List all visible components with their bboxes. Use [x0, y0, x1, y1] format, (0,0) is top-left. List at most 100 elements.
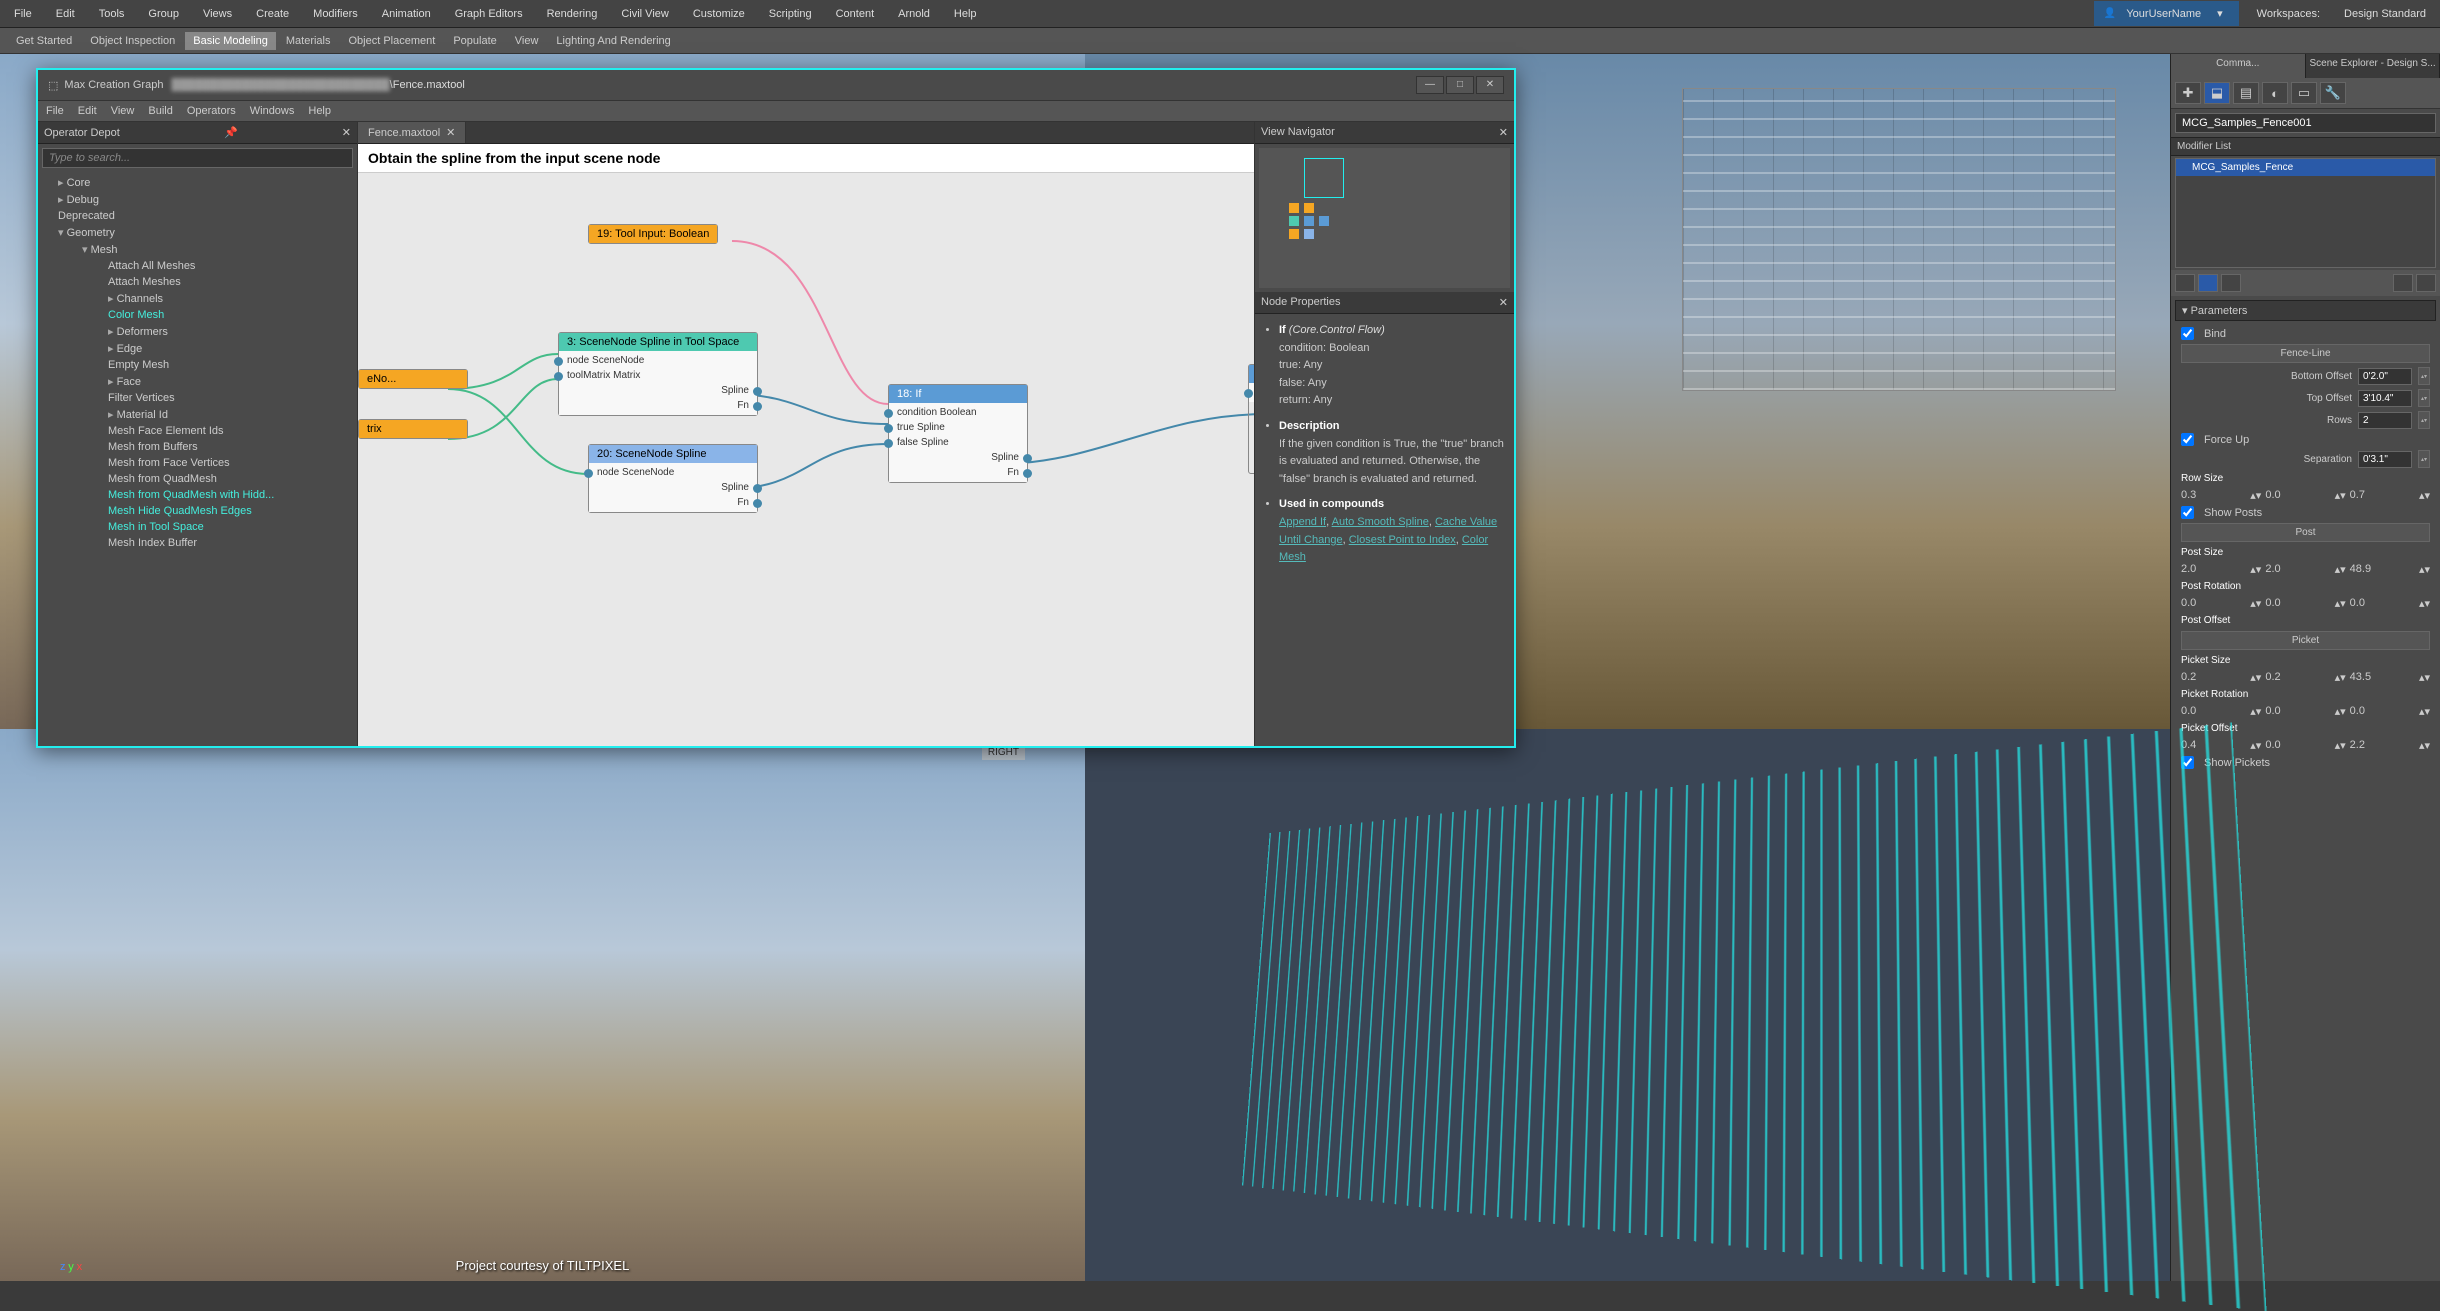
spinner-buttons[interactable]: ▴▾ — [2418, 450, 2430, 468]
toolbar-tab[interactable]: Object Placement — [340, 32, 443, 50]
bottom-offset-spinner[interactable]: 0'2.0" — [2358, 368, 2412, 385]
tree-item[interactable]: Mesh from Face Vertices — [38, 455, 357, 471]
node-port[interactable]: false Spline — [889, 435, 1027, 450]
make-unique-icon[interactable] — [2221, 274, 2241, 292]
spinner-buttons[interactable]: ▴▾ — [2335, 489, 2346, 502]
postsize-z[interactable]: 48.9 — [2350, 563, 2415, 576]
picketsize-y[interactable]: 0.2 — [2265, 671, 2330, 684]
menu-item[interactable]: Group — [142, 5, 185, 23]
toolbar-tab[interactable]: Lighting And Rendering — [548, 32, 678, 50]
forceup-checkbox[interactable] — [2181, 433, 2194, 446]
menu-item[interactable]: Rendering — [541, 5, 604, 23]
spinner-buttons[interactable]: ▴▾ — [2418, 389, 2430, 407]
node-port[interactable] — [1249, 385, 1254, 400]
node-port[interactable]: condition Boolean — [889, 405, 1027, 420]
top-offset-spinner[interactable]: 3'10.4" — [2358, 390, 2412, 407]
spinner-buttons[interactable]: ▴▾ — [2335, 597, 2346, 610]
node-port[interactable]: node SceneNode — [559, 353, 757, 368]
picketoff-z[interactable]: 2.2 — [2350, 739, 2415, 752]
compound-link[interactable]: Append If — [1279, 516, 1326, 528]
document-tab[interactable]: Fence.maxtool✕ — [358, 122, 466, 143]
spinner-buttons[interactable]: ▴▾ — [2419, 597, 2430, 610]
toolbar-tab[interactable]: Get Started — [8, 32, 80, 50]
menu-item[interactable]: Modifiers — [307, 5, 364, 23]
tree-item[interactable]: Mesh from QuadMesh — [38, 471, 357, 487]
close-button[interactable]: ✕ — [1476, 76, 1504, 94]
compound-link[interactable]: Closest Point to Index — [1349, 534, 1456, 546]
picketrot-z[interactable]: 0.0 — [2350, 705, 2415, 718]
menu-item[interactable]: File — [8, 5, 38, 23]
node-port[interactable]: true Spline — [889, 420, 1027, 435]
command-tab[interactable]: Comma... — [2171, 54, 2306, 78]
node-scenenode-spline-toolspace[interactable]: 3: SceneNode Spline in Tool Space node S… — [558, 332, 758, 416]
spinner-buttons[interactable]: ▴▾ — [2419, 671, 2430, 684]
spinner-buttons[interactable]: ▴▾ — [2335, 563, 2346, 576]
menu-item[interactable]: Graph Editors — [449, 5, 529, 23]
modifier-item-selected[interactable]: MCG_Samples_Fence — [2176, 159, 2435, 176]
postrot-z[interactable]: 0.0 — [2350, 597, 2415, 610]
tree-item[interactable]: Face — [38, 373, 357, 390]
spinner-buttons[interactable]: ▴▾ — [2250, 563, 2261, 576]
tree-item[interactable]: Attach All Meshes — [38, 258, 357, 274]
node-stub[interactable]: trix — [358, 419, 468, 439]
pin-icon[interactable] — [2175, 274, 2195, 292]
scene-explorer-tab[interactable]: Scene Explorer - Design S... — [2306, 54, 2440, 78]
spinner-buttons[interactable]: ▴▾ — [2419, 563, 2430, 576]
rows-spinner[interactable]: 2 — [2358, 412, 2412, 429]
menu-item[interactable]: Animation — [376, 5, 437, 23]
menu-item[interactable]: Edit — [50, 5, 81, 23]
picketrot-x[interactable]: 0.0 — [2181, 705, 2246, 718]
tree-item[interactable]: Deprecated — [38, 208, 357, 224]
node-canvas[interactable]: Obtain the spline from the input scene n… — [358, 144, 1254, 746]
modify-icon[interactable]: ⬓ — [2204, 82, 2230, 104]
mcg-menu-item[interactable]: View — [111, 105, 135, 117]
tree-item[interactable]: Mesh from Buffers — [38, 439, 357, 455]
rowsize-y[interactable]: 0.0 — [2265, 489, 2330, 502]
mcg-menu-item[interactable]: Help — [308, 105, 331, 117]
menu-item[interactable]: Scripting — [763, 5, 818, 23]
remove-modifier-icon[interactable] — [2393, 274, 2413, 292]
motion-icon[interactable]: ◐ — [2262, 82, 2288, 104]
menu-item[interactable]: Civil View — [615, 5, 674, 23]
tab-close-icon[interactable]: ✕ — [446, 126, 455, 139]
node-port[interactable]: Spline — [559, 383, 757, 398]
modifier-list-label[interactable]: Modifier List — [2171, 137, 2440, 156]
tree-item[interactable]: Material Id — [38, 406, 357, 423]
display-icon[interactable]: ▭ — [2291, 82, 2317, 104]
postsize-y[interactable]: 2.0 — [2265, 563, 2330, 576]
spinner-buttons[interactable]: ▴▾ — [2418, 411, 2430, 429]
minimize-button[interactable]: — — [1416, 76, 1444, 94]
compound-link[interactable]: Auto Smooth Spline — [1332, 516, 1429, 528]
rollout-header[interactable]: ▾ Parameters — [2175, 300, 2436, 321]
bind-checkbox[interactable] — [2181, 327, 2194, 340]
tree-item[interactable]: Mesh — [38, 241, 357, 258]
tree-item[interactable]: Color Mesh — [38, 307, 357, 323]
node-scenenode-spline[interactable]: 20: SceneNode Spline node SceneNode Spli… — [588, 444, 758, 513]
tree-item[interactable]: Geometry — [38, 224, 357, 241]
node-port[interactable]: Spline — [889, 450, 1027, 465]
tree-item[interactable]: Mesh Face Element Ids — [38, 423, 357, 439]
node-partial[interactable] — [1248, 364, 1254, 474]
node-if[interactable]: 18: If condition Boolean true Spline fal… — [888, 384, 1028, 483]
spinner-buttons[interactable]: ▴▾ — [2250, 671, 2261, 684]
tree-item[interactable]: Mesh Index Buffer — [38, 535, 357, 551]
utilities-icon[interactable]: 🔧 — [2320, 82, 2346, 104]
panel-close-icon[interactable]: ✕ — [1499, 296, 1508, 309]
mcg-menu-item[interactable]: Build — [148, 105, 172, 117]
toolbar-tab[interactable]: Object Inspection — [82, 32, 183, 50]
postrot-y[interactable]: 0.0 — [2265, 597, 2330, 610]
tree-item[interactable]: Core — [38, 174, 357, 191]
spinner-buttons[interactable]: ▴▾ — [2335, 705, 2346, 718]
toolbar-tab[interactable]: View — [507, 32, 547, 50]
menu-item[interactable]: Create — [250, 5, 295, 23]
menu-item[interactable]: Arnold — [892, 5, 936, 23]
mcg-menu-item[interactable]: Edit — [78, 105, 97, 117]
hierarchy-icon[interactable]: ▤ — [2233, 82, 2259, 104]
mcg-titlebar[interactable]: ⬚ Max Creation Graph ███████████████████… — [38, 70, 1514, 101]
toolbar-tab[interactable]: Populate — [445, 32, 504, 50]
tree-item[interactable]: Mesh in Tool Space — [38, 519, 357, 535]
menu-item[interactable]: Tools — [93, 5, 131, 23]
maximize-button[interactable]: □ — [1446, 76, 1474, 94]
operator-tree[interactable]: CoreDebugDeprecatedGeometryMeshAttach Al… — [38, 172, 357, 746]
spinner-buttons[interactable]: ▴▾ — [2419, 489, 2430, 502]
